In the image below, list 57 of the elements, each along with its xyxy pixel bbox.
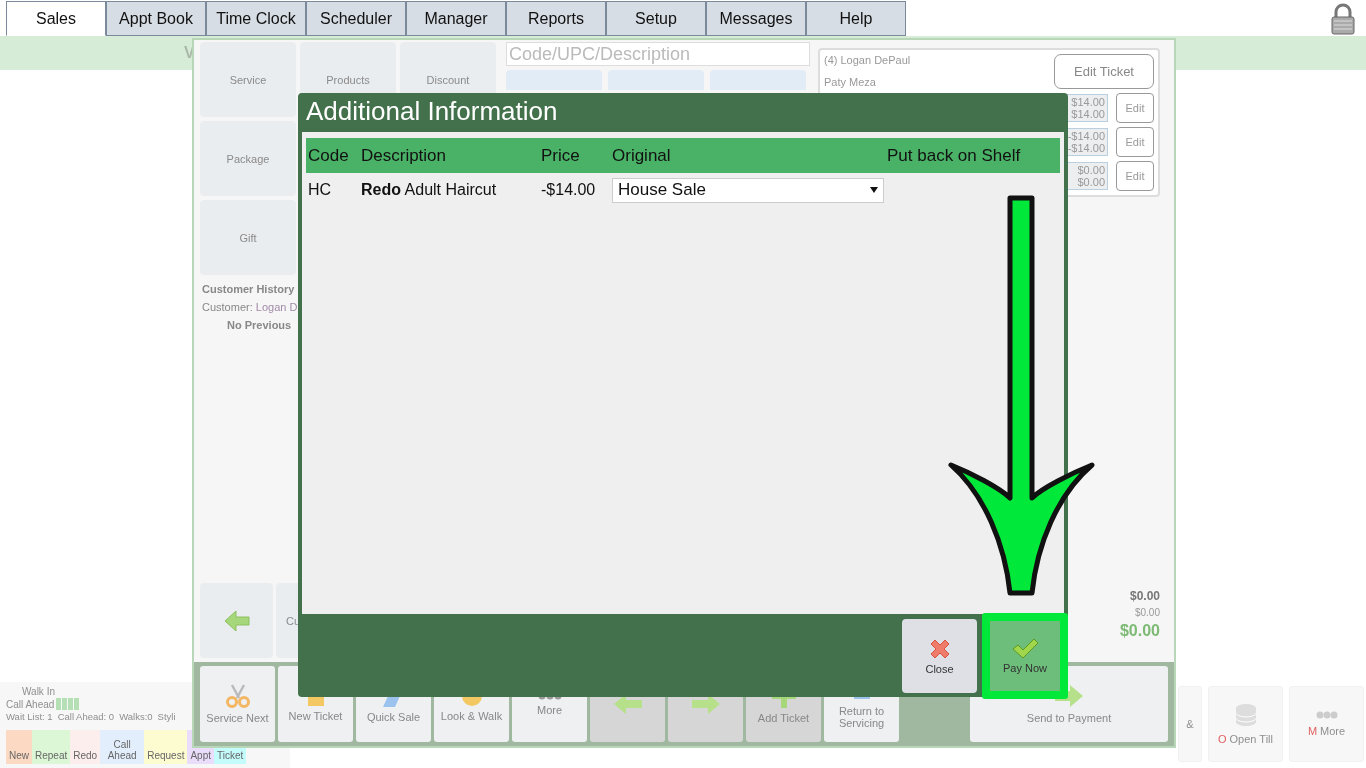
edit-button[interactable]: Edit: [1116, 161, 1154, 191]
column-header: Code: [308, 145, 350, 166]
table-cell-text: -$14.00: [541, 181, 597, 199]
nav-tab[interactable]: Appt Book: [106, 1, 206, 36]
nav-tab[interactable]: Sales: [6, 1, 106, 36]
nav-tab[interactable]: Setup: [606, 1, 706, 36]
legend-tag: Call Ahead: [100, 730, 145, 764]
subtotal: $0.00: [1129, 589, 1160, 603]
line-total: $14.00: [1071, 108, 1105, 120]
column-header: Price: [541, 145, 581, 166]
customer-name: Customer: Logan D: [202, 301, 299, 313]
line-price: -$14.00: [1067, 130, 1105, 142]
nav-tab[interactable]: Manager: [406, 1, 506, 36]
nav-tab[interactable]: Reports: [506, 1, 606, 36]
legend-tag: Repeat: [32, 730, 71, 764]
category-button[interactable]: Service: [200, 42, 296, 117]
call-ahead-label: Call Ahead: [6, 698, 55, 710]
line-price: $0.00: [1077, 164, 1105, 176]
original-dropdown[interactable]: House Sale: [612, 177, 884, 203]
walk-in-label: Walk In: [21, 686, 56, 697]
category-button[interactable]: Package: [200, 121, 296, 196]
tax: $0.00: [1134, 607, 1160, 618]
side-button[interactable]: &: [1178, 686, 1202, 762]
nav-tab[interactable]: Time Clock: [206, 1, 306, 36]
nav-tab[interactable]: Scheduler: [306, 1, 406, 36]
queue-stat: Walks:0: [119, 711, 153, 722]
total: $0.00: [1119, 622, 1160, 640]
queue-stat: Styli: [157, 711, 176, 722]
ticket-customer: (4) Logan DePaul: [824, 54, 911, 66]
queue-stat: Wait List: 1: [6, 711, 53, 722]
edit-ticket-button[interactable]: Edit Ticket: [1054, 54, 1154, 89]
queue-stat: Call Ahead: 0: [57, 711, 115, 722]
nav-tab[interactable]: Help: [806, 1, 906, 36]
column-header: Original: [612, 145, 672, 166]
search-field[interactable]: Code/UPC/Description: [506, 42, 810, 66]
close-button[interactable]: Close: [902, 618, 977, 693]
stylist-name: Paty Meza: [824, 76, 877, 88]
legend-tag: New: [6, 730, 32, 764]
history-note: No Previous: [226, 319, 293, 331]
nav-tab[interactable]: Messages: [706, 1, 806, 36]
pay-now-button[interactable]: Pay Now: [990, 620, 1060, 691]
legend-tag: Request: [144, 730, 188, 764]
line-total: $0.00: [1077, 176, 1105, 188]
line-total: -$14.00: [1067, 142, 1105, 154]
side-button[interactable]: M More: [1289, 686, 1364, 762]
customer-history-title: Customer History: [202, 283, 296, 295]
edit-button[interactable]: Edit: [1116, 93, 1154, 123]
legend-tag: Redo: [70, 730, 101, 764]
table-cell-text: Redo Adult Haircut: [361, 181, 498, 199]
toolbar-button[interactable]: Service Next: [200, 666, 275, 742]
line-price: $14.00: [1071, 96, 1105, 108]
column-header: Put back on Shelf: [887, 145, 1022, 166]
side-button[interactable]: O Open Till: [1208, 686, 1283, 762]
category-button[interactable]: Gift: [200, 200, 296, 275]
column-header: Description: [361, 145, 448, 166]
table-cell-text: HC: [308, 181, 333, 199]
edit-button[interactable]: Edit: [1116, 127, 1154, 157]
